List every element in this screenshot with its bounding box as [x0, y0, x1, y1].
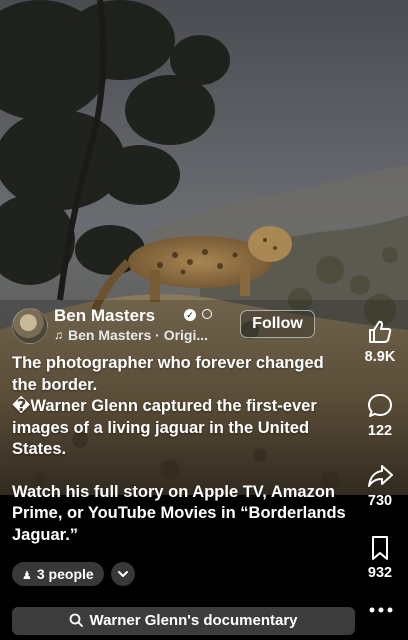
video-frame[interactable] [0, 0, 408, 640]
